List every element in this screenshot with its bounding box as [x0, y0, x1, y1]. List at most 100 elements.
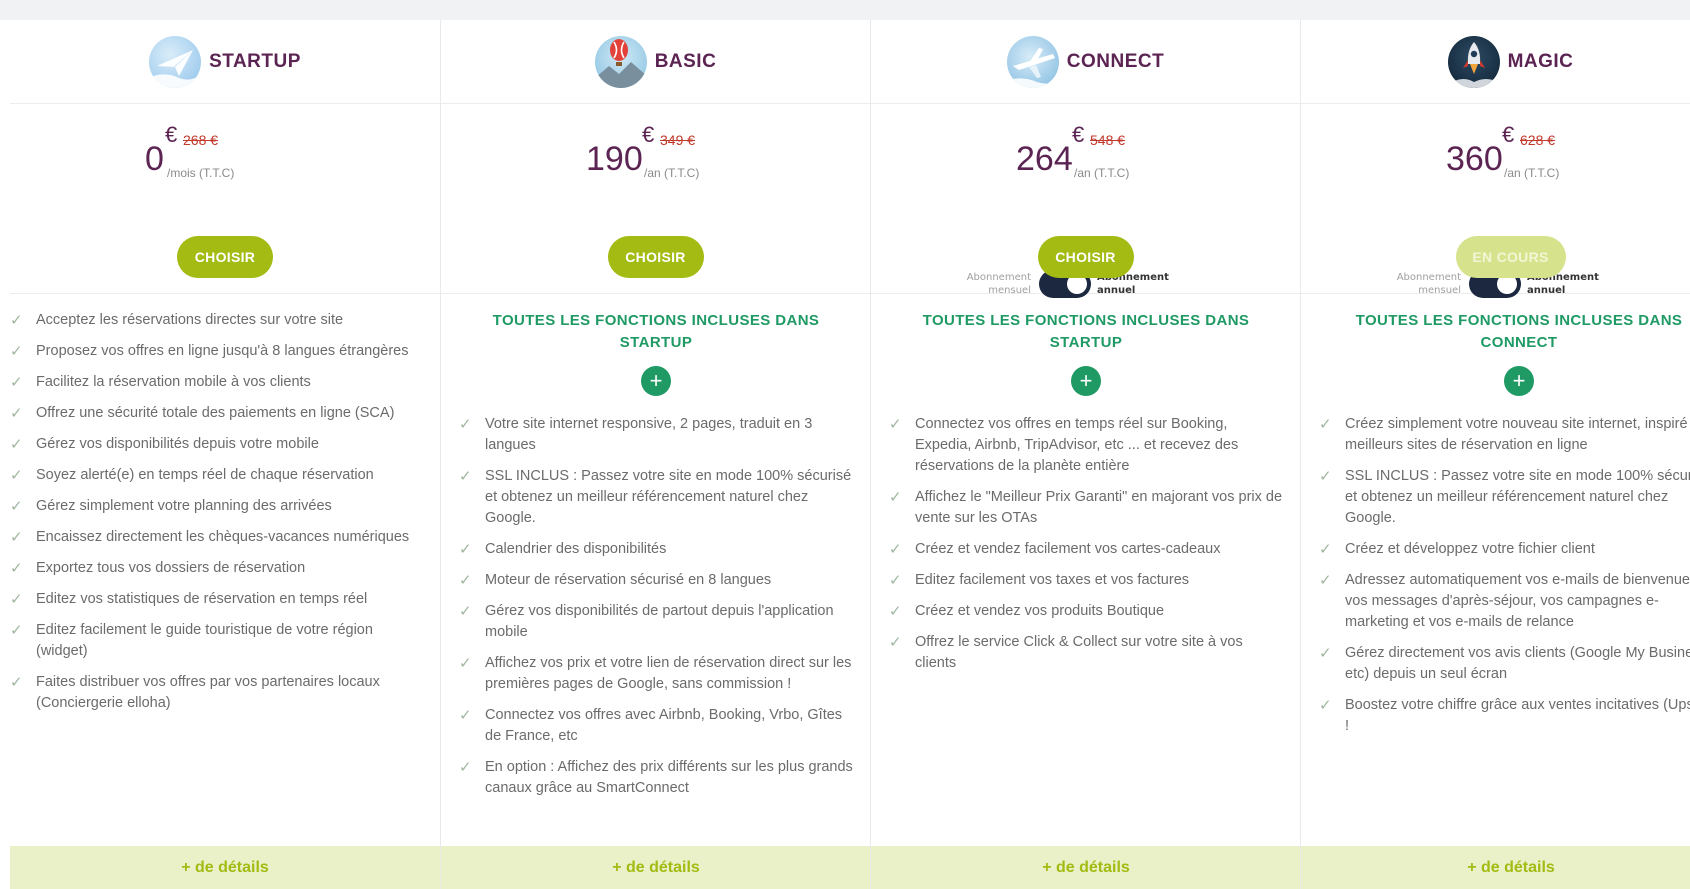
plan-header: CONNECT — [871, 20, 1300, 104]
check-icon: ✓ — [1319, 645, 1332, 662]
old-price: 268 € — [183, 132, 219, 148]
check-icon: ✓ — [10, 529, 23, 546]
feature-item: ✓ Offrez le service Click & Collect sur v… — [889, 632, 1283, 674]
check-icon: ✓ — [10, 674, 23, 691]
plan-header: MAGIC — [1301, 20, 1690, 104]
check-icon: ✓ — [889, 634, 902, 651]
feature-item: ✓ Gérez directement vos avis clients (Goo… — [1319, 643, 1690, 685]
check-icon: ✓ — [1319, 572, 1332, 589]
price-period: /mois (T.T.C) — [167, 166, 235, 180]
check-icon: ✓ — [10, 343, 23, 360]
feature-item: ✓ Votre site internet responsive, 2 pages… — [459, 414, 853, 456]
feature-item: ✓ SSL INCLUS : Passez votre site en mode … — [1319, 466, 1690, 529]
plan-header: BASIC — [441, 20, 870, 104]
feature-item: ✓ Adressez automatiquement vos e-mails de… — [1319, 570, 1690, 633]
old-price: 548 € — [1090, 132, 1126, 148]
feature-item: ✓ Boostez votre chiffre grâce aux ventes … — [1319, 695, 1690, 737]
check-icon: ✓ — [1319, 416, 1332, 433]
check-icon: ✓ — [10, 312, 23, 329]
check-icon: ✓ — [10, 436, 23, 453]
feature-item: ✓ Acceptez les réservations directes sur … — [10, 312, 344, 329]
check-icon: ✓ — [459, 759, 472, 776]
feature-item: ✓ Gérez vos disponibilités de partout dep… — [459, 601, 853, 643]
feature-item: ✓ Créez et vendez facilement vos cartes-c… — [889, 541, 1221, 558]
airplane-icon — [1006, 35, 1059, 88]
feature-item: ✓ Offrez une sécurité totale des paiement… — [10, 405, 395, 422]
feature-item: ✓ SSL INCLUS : Passez votre site en mode … — [459, 466, 853, 529]
toggle-label-monthly: Abonnement mensuel — [1396, 272, 1461, 296]
plan-magic: MAGIC 360 € 628 € /an (T.T.C) Abonnement… — [1300, 20, 1690, 889]
price-period: /an (T.T.C) — [1074, 166, 1130, 180]
check-icon: ✓ — [10, 467, 23, 484]
plus-icon[interactable]: + — [1504, 366, 1534, 396]
check-icon: ✓ — [10, 374, 23, 391]
feature-item: ✓ Exportez tous vos dossiers de réservati… — [10, 560, 306, 577]
pricing-plans: STARTUP 0 € 268 € /mois (T.T.C) CHOISIR … — [10, 20, 1690, 889]
check-icon: ✓ — [459, 572, 472, 589]
check-icon: ✓ — [889, 541, 902, 558]
feature-item: ✓ Affichez le "Meilleur Prix Garanti" en … — [889, 487, 1283, 529]
old-price: 349 € — [660, 132, 696, 148]
plan-name: STARTUP — [209, 50, 301, 72]
plan-name: MAGIC — [1507, 50, 1574, 72]
included-title: TOUTES LES FONCTIONS INCLUSES DANS START… — [492, 312, 820, 351]
check-icon: ✓ — [459, 468, 472, 485]
feature-item: ✓ Connectez vos offres avec Airbnb, Booki… — [459, 705, 853, 747]
feature-item: ✓ Affichez vos prix et votre lien de rése… — [459, 653, 853, 695]
price-currency: € — [1072, 122, 1085, 147]
choose-button[interactable]: CHOISIR — [1037, 236, 1134, 278]
check-icon: ✓ — [10, 405, 23, 422]
feature-item: ✓ Faites distribuer vos offres par vos pa… — [10, 672, 422, 714]
feature-item: ✓ Editez facilement le guide touristique … — [10, 620, 422, 662]
choose-button[interactable]: CHOISIR — [177, 236, 273, 278]
plan-basic: BASIC 190 € 349 € /an (T.T.C) CHOISIR TO… — [440, 20, 871, 889]
feature-item: ✓ Proposez vos offres en ligne jusqu'à 8 … — [10, 343, 409, 360]
check-icon: ✓ — [889, 416, 902, 433]
check-icon: ✓ — [459, 655, 472, 672]
check-icon: ✓ — [10, 498, 23, 515]
check-icon: ✓ — [889, 572, 902, 589]
features: TOUTES LES FONCTIONS INCLUSES DANS START… — [871, 310, 1301, 684]
check-icon: ✓ — [1319, 541, 1332, 558]
plan-header: STARTUP — [10, 20, 440, 104]
feature-item: ✓ Soyez alerté(e) en temps réel de chaque… — [10, 467, 374, 484]
check-icon: ✓ — [459, 707, 472, 724]
current-plan-button: EN COURS — [1455, 236, 1566, 278]
price-amount: 190 — [586, 140, 643, 178]
feature-list: ✓ Connectez vos offres en temps réel sur … — [889, 414, 1283, 674]
details-link[interactable]: + de détails — [1301, 846, 1690, 889]
included-title: TOUTES LES FONCTIONS INCLUSES DANS CONNE… — [1355, 312, 1683, 351]
price-currency: € — [642, 122, 655, 147]
hot-air-balloon-icon — [594, 35, 647, 88]
feature-item: ✓ Editez facilement vos taxes et vos fact… — [889, 572, 1190, 589]
feature-item: ✓ Calendrier des disponibilités — [459, 541, 667, 558]
features: TOUTES LES FONCTIONS INCLUSES DANS CONNE… — [1301, 310, 1690, 747]
price-period: /an (T.T.C) — [1504, 166, 1560, 180]
feature-item: ✓ Créez simplement votre nouveau site int… — [1319, 414, 1690, 456]
price-amount: 264 — [1016, 140, 1073, 178]
toggle-label-monthly: Abonnement mensuel — [966, 272, 1031, 296]
check-icon: ✓ — [459, 541, 472, 558]
plus-icon[interactable]: + — [1071, 366, 1101, 396]
details-link[interactable]: + de détails — [871, 846, 1301, 889]
price-currency: € — [165, 122, 178, 147]
check-icon: ✓ — [459, 416, 472, 433]
feature-item: ✓ Connectez vos offres en temps réel sur … — [889, 414, 1283, 477]
feature-item: ✓ Créez et développez votre fichier clien… — [1319, 541, 1595, 558]
features: ✓ Acceptez les réservations directes sur … — [10, 310, 440, 724]
old-price: 628 € — [1520, 132, 1556, 148]
details-link[interactable]: + de détails — [441, 846, 871, 889]
feature-list: ✓ Créez simplement votre nouveau site int… — [1319, 414, 1690, 737]
feature-item: ✓ Gérez simplement votre planning des arr… — [10, 498, 332, 515]
plan-connect: CONNECT 264 € 548 € /an (T.T.C) Abonneme… — [870, 20, 1301, 889]
paper-plane-icon — [149, 35, 202, 88]
choose-button[interactable]: CHOISIR — [607, 236, 704, 278]
details-link[interactable]: + de détails — [10, 846, 440, 889]
check-icon: ✓ — [1319, 697, 1332, 714]
feature-list: ✓ Votre site internet responsive, 2 pages… — [459, 414, 853, 799]
top-strip — [0, 0, 1690, 20]
feature-list: ✓ Acceptez les réservations directes sur … — [10, 310, 422, 714]
price-currency: € — [1502, 122, 1515, 147]
plus-icon[interactable]: + — [641, 366, 671, 396]
feature-item: ✓ Moteur de réservation sécurisé en 8 lan… — [459, 572, 772, 589]
